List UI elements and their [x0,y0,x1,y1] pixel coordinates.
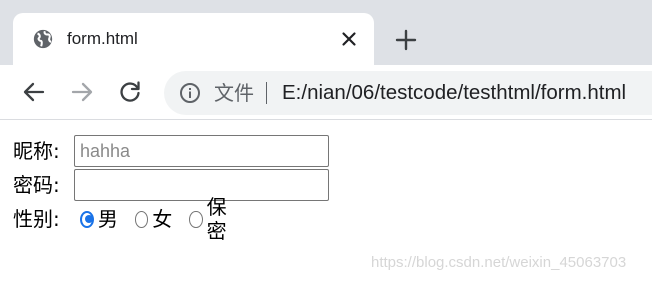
nickname-row: 昵称: [13,135,329,167]
gender-radio-secret[interactable] [189,210,203,228]
reload-icon[interactable] [116,78,144,106]
omnibox-divider [266,82,267,104]
gender-option-label[interactable]: 保密 [207,195,237,243]
password-input[interactable] [74,169,329,201]
gender-radio-group: 男 女 保密 [80,195,254,243]
plus-icon[interactable] [393,27,419,53]
url-text[interactable]: E:/nian/06/testcode/testhtml/form.html [282,80,626,106]
password-label: 密码: [13,173,60,197]
gender-option-label[interactable]: 女 [152,207,172,231]
info-icon[interactable] [179,82,201,104]
arrow-left-icon[interactable] [20,78,48,106]
watermark: https://blog.csdn.net/weixin_45063703 [371,254,627,271]
arrow-right-icon[interactable] [68,78,96,106]
globe-icon [33,29,53,49]
tab-title: form.html [67,29,138,48]
gender-row: 性别: 男 女 保密 [13,195,227,243]
page-content: 昵称: 密码: 性别: 男 女 保密 https://blog.csdn.net… [0,121,652,281]
security-label: 文件 [214,81,254,105]
tab-strip: form.html [0,0,652,65]
browser-tab[interactable]: form.html [13,13,374,65]
address-bar[interactable]: 文件 E:/nian/06/testcode/testhtml/form.htm… [164,71,652,115]
gender-radio-male[interactable] [80,210,94,228]
gender-option-label[interactable]: 男 [98,207,118,231]
gender-label: 性别: [13,207,60,231]
browser-toolbar: 文件 E:/nian/06/testcode/testhtml/form.htm… [0,65,652,120]
nickname-input[interactable] [74,135,329,167]
gender-radio-female[interactable] [134,210,149,228]
password-row: 密码: [13,169,329,201]
nickname-label: 昵称: [13,139,60,163]
close-icon[interactable] [337,27,361,51]
